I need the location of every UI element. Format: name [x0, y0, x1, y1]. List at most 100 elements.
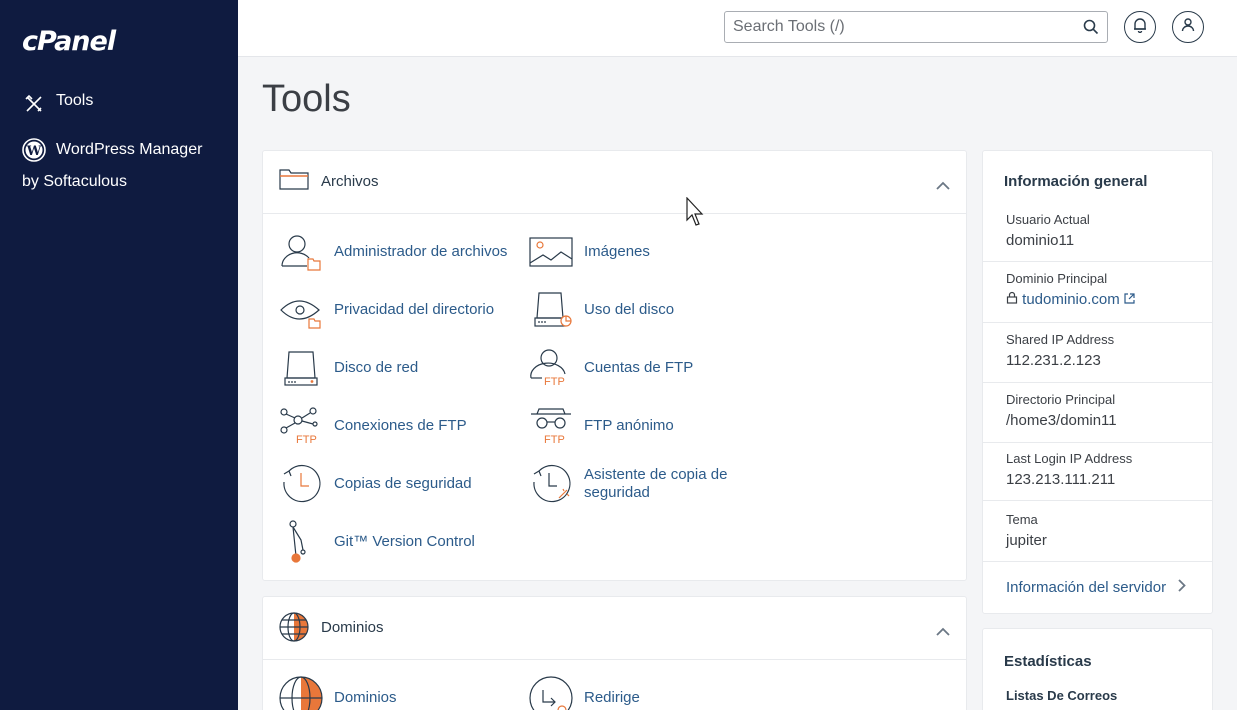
globe-icon — [279, 612, 309, 647]
svg-text:W: W — [26, 144, 42, 159]
mouse-cursor-icon — [686, 196, 706, 232]
sidebar-item-label-line2: by Softaculous — [22, 173, 127, 190]
tool-anonymous-ftp[interactable]: FTP FTP anónimo — [529, 404, 674, 448]
domain-text: tudominio.com — [1022, 291, 1120, 308]
tool-label: Asistente de copia de seguridad — [584, 466, 728, 501]
tool-network-disk[interactable]: Disco de red — [279, 346, 418, 390]
backup-icon — [279, 462, 323, 506]
sidebar: cPanel Tools W WordPress Manager by Soft… — [0, 0, 238, 710]
svg-text:FTP: FTP — [296, 434, 317, 446]
panel-title: Estadísticas — [1004, 653, 1092, 670]
tool-label: FTP anónimo — [584, 417, 674, 434]
tool-backup-wizard[interactable]: Asistente de copia de seguridad — [529, 462, 744, 506]
git-icon — [279, 520, 323, 564]
ftp-connections-icon: FTP — [279, 404, 323, 448]
disk-usage-icon — [529, 288, 573, 332]
tool-label: Redirige — [584, 689, 640, 706]
wordpress-icon: W — [22, 138, 46, 162]
info-value: /home3/domin11 — [1006, 412, 1117, 429]
sidebar-item-wordpress-manager[interactable]: W WordPress Manager by Softaculous — [22, 138, 202, 194]
search-box — [724, 11, 1108, 43]
info-value: jupiter — [1006, 532, 1047, 549]
server-info-label: Información del servidor — [1006, 579, 1167, 596]
info-label: Tema — [1006, 512, 1038, 527]
tool-ftp-connections[interactable]: FTP Conexiones de FTP — [279, 404, 467, 448]
tool-label: Imágenes — [584, 243, 650, 260]
notifications-button[interactable] — [1124, 11, 1156, 43]
section-title: Archivos — [321, 173, 379, 190]
info-row-home-directory: Directorio Principal /home3/domin11 — [983, 392, 1212, 443]
sidebar-item-label: Tools — [56, 92, 94, 109]
backup-wizard-icon — [529, 462, 573, 506]
files-section: Archivos Administrador de archivos Priva… — [262, 150, 967, 581]
info-row-last-login-ip: Last Login IP Address 123.213.111.211 — [983, 451, 1212, 501]
tool-git-version-control[interactable]: Git™ Version Control — [279, 520, 475, 564]
info-label: Dominio Principal — [1006, 271, 1108, 286]
info-label: Usuario Actual — [1006, 212, 1090, 227]
info-row-shared-ip: Shared IP Address 112.231.2.123 — [983, 332, 1212, 383]
tool-label: Disco de red — [334, 359, 419, 376]
sidebar-item-label: WordPress Manager — [56, 141, 203, 158]
tool-label: Uso del disco — [584, 301, 675, 318]
top-bar — [238, 0, 1237, 57]
info-label: Shared IP Address — [1006, 332, 1115, 347]
info-label: Last Login IP Address — [1006, 451, 1133, 466]
search-input[interactable] — [725, 12, 1065, 42]
tool-label: Dominios — [334, 689, 397, 706]
page-title: Tools — [262, 78, 351, 120]
info-row-primary-domain: Dominio Principal tudominio.com — [983, 271, 1212, 323]
folder-icon — [279, 167, 309, 196]
chevron-up-icon[interactable] — [936, 177, 950, 195]
directory-privacy-icon — [279, 288, 323, 332]
chevron-up-icon[interactable] — [936, 623, 950, 641]
tool-label: Cuentas de FTP — [584, 359, 694, 376]
file-manager-icon — [279, 230, 323, 274]
info-value: 112.231.2.123 — [1006, 352, 1101, 369]
server-info-link[interactable]: Información del servidor — [1006, 579, 1186, 596]
info-row-theme: Tema jupiter — [983, 512, 1212, 562]
tool-label: Conexiones de FTP — [334, 417, 467, 434]
info-label: Directorio Principal — [1006, 392, 1116, 407]
tool-label: Copias de seguridad — [334, 475, 472, 492]
tool-ftp-accounts[interactable]: FTP Cuentas de FTP — [529, 346, 693, 390]
general-info-panel: Información general Usuario Actual domin… — [982, 150, 1213, 614]
primary-domain-link[interactable]: tudominio.com — [1006, 291, 1212, 308]
ftp-accounts-icon: FTP — [529, 346, 573, 390]
section-title: Dominios — [321, 619, 384, 636]
tool-directory-privacy[interactable]: Privacidad del directorio — [279, 288, 494, 332]
files-section-header[interactable]: Archivos — [263, 151, 966, 214]
info-value: dominio11 — [1006, 232, 1075, 249]
tool-domains[interactable]: Dominios — [279, 676, 397, 710]
domains-section-header[interactable]: Dominios — [263, 597, 966, 660]
lock-icon — [1006, 291, 1022, 308]
info-value: 123.213.111.211 — [1006, 471, 1116, 488]
tool-label: Git™ Version Control — [334, 533, 475, 550]
statistics-panel: Estadísticas Listas De Correos — [982, 628, 1213, 710]
panel-title: Información general — [1004, 173, 1148, 190]
redirects-icon — [529, 676, 573, 710]
chevron-right-icon — [1178, 579, 1186, 596]
anonymous-ftp-icon: FTP — [529, 404, 573, 448]
user-menu-button[interactable] — [1172, 11, 1204, 43]
sidebar-item-tools[interactable]: Tools — [22, 92, 93, 116]
svg-text:FTP: FTP — [544, 376, 565, 388]
tools-icon — [22, 92, 46, 116]
tool-backup[interactable]: Copias de seguridad — [279, 462, 472, 506]
tool-file-manager[interactable]: Administrador de archivos — [279, 230, 507, 274]
images-icon — [529, 230, 573, 274]
network-disk-icon — [279, 346, 323, 390]
user-icon — [1181, 17, 1195, 38]
tool-images[interactable]: Imágenes — [529, 230, 650, 274]
domains-icon — [279, 676, 323, 710]
tool-redirects[interactable]: Redirige — [529, 676, 640, 710]
stat-label: Listas De Correos — [1006, 688, 1118, 703]
search-icon[interactable] — [1083, 19, 1099, 40]
info-row-current-user: Usuario Actual dominio11 — [983, 212, 1212, 262]
external-link-icon — [1124, 291, 1135, 308]
svg-text:FTP: FTP — [544, 434, 565, 446]
tool-label: Administrador de archivos — [334, 243, 508, 260]
domains-section: Dominios Dominios Redirige — [262, 596, 967, 710]
bell-icon — [1133, 17, 1147, 38]
tool-disk-usage[interactable]: Uso del disco — [529, 288, 674, 332]
cpanel-logo[interactable]: cPanel — [22, 26, 116, 57]
